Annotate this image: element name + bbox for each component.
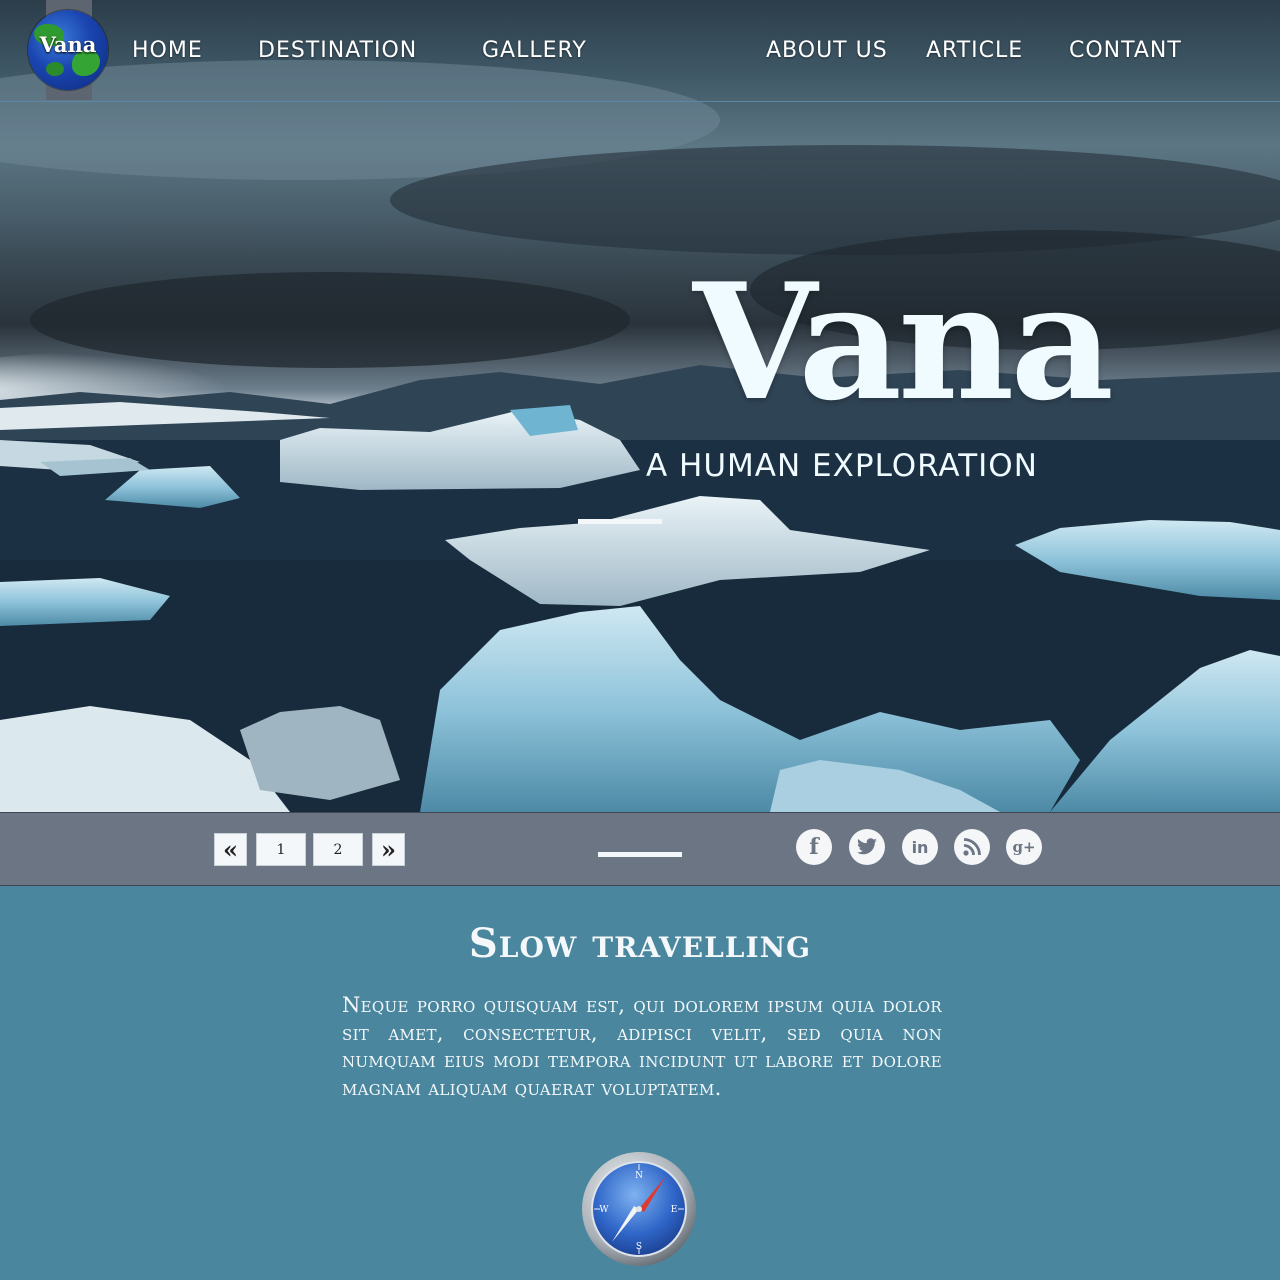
facebook-icon[interactable]: f (796, 829, 832, 865)
svg-text:S: S (636, 1242, 642, 1252)
next-page-button[interactable]: » (372, 833, 405, 866)
double-chevron-left-icon: « (223, 834, 238, 864)
svg-text:N: N (635, 1171, 643, 1181)
rss-icon[interactable] (954, 829, 990, 865)
linkedin-icon[interactable]: in (902, 829, 938, 865)
rss-feed-icon (963, 838, 981, 856)
bar-divider (598, 852, 682, 857)
main-navigation: Vana HOME DESTINATION GALLERY ABOUT US A… (0, 0, 1280, 102)
svg-text:E: E (671, 1205, 678, 1215)
nav-destination[interactable]: DESTINATION (258, 38, 417, 63)
nav-contant[interactable]: CONTANT (1069, 38, 1182, 63)
globe-logo-icon[interactable]: Vana (28, 10, 108, 90)
double-chevron-right-icon: » (381, 834, 396, 864)
page-2-button[interactable]: 2 (313, 833, 363, 866)
hero-title: Vana (692, 248, 1114, 436)
nav-home[interactable]: HOME (132, 38, 203, 63)
twitter-icon[interactable] (849, 829, 885, 865)
logo-text: Vana (39, 32, 97, 57)
pagination-social-bar: « 1 2 » f in g+ (0, 812, 1280, 886)
twitter-bird-icon (857, 838, 877, 855)
section-title: Slow travelling (468, 920, 812, 967)
nav-gallery[interactable]: GALLERY (482, 38, 587, 63)
hero-subtitle: A HUMAN EXPLORATION (646, 448, 1038, 484)
google-plus-icon[interactable]: g+ (1006, 829, 1042, 865)
page-1-button[interactable]: 1 (256, 833, 306, 866)
nav-article[interactable]: ARTICLE (926, 38, 1023, 63)
prev-page-button[interactable]: « (214, 833, 247, 866)
compass-icon[interactable]: N S W E (580, 1150, 698, 1268)
svg-text:W: W (599, 1205, 609, 1215)
hero-divider (578, 519, 662, 524)
section-body-text: Neque porro quisquam est, qui dolorem ip… (342, 993, 942, 1100)
hero-banner: Vana A HUMAN EXPLORATION (0, 0, 1280, 812)
nav-about-us[interactable]: ABOUT US (766, 38, 888, 63)
